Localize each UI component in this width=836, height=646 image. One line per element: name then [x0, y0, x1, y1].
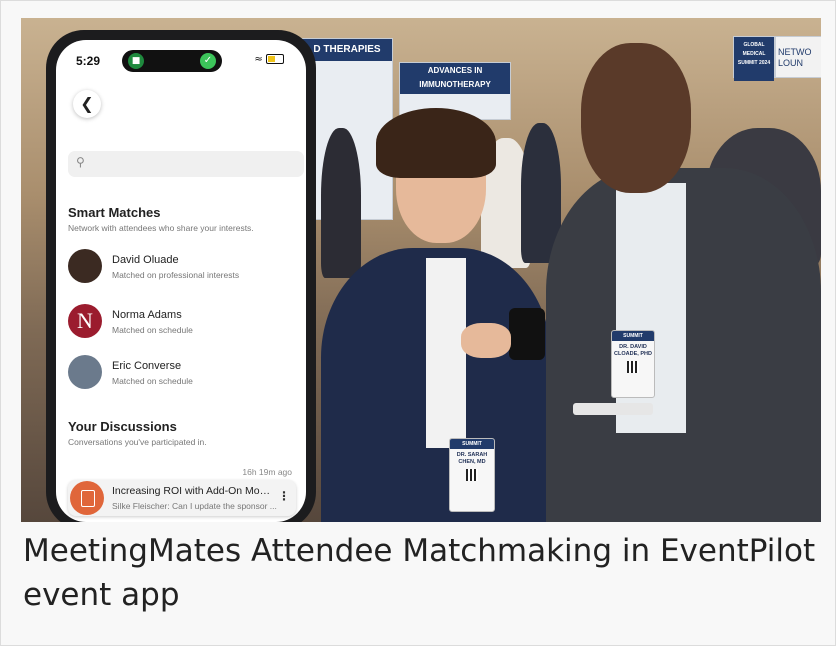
woman-hair	[376, 108, 496, 178]
match-reason: Matched on professional interests	[112, 270, 240, 280]
discussion-item[interactable]: Increasing ROI with Add-On Mod... Silke …	[68, 480, 296, 516]
discussions-title: Your Discussions	[68, 419, 177, 434]
woman-hand	[461, 323, 511, 358]
match-reason: Matched on schedule	[112, 325, 193, 335]
article-card: D THERAPIES ADVANCES IN IMMUNOTHERAPY GL…	[0, 0, 836, 646]
discussion-title: Increasing ROI with Add-On Mod...	[112, 485, 272, 497]
dynamic-island: ■ ✓	[122, 50, 222, 72]
document-icon	[70, 481, 104, 515]
hero-photo: D THERAPIES ADVANCES IN IMMUNOTHERAPY GL…	[21, 18, 821, 522]
avatar: N	[68, 304, 102, 338]
more-options-icon[interactable]: ⋮	[278, 489, 290, 503]
man-badge: SUMMIT DR. DAVID CLOADE, PHD	[611, 330, 655, 398]
background-banner: NETWO LOUN	[775, 36, 821, 78]
background-banner: GLOBAL MEDICAL SUMMIT 2024	[733, 36, 775, 81]
back-button[interactable]: ❮	[73, 90, 101, 118]
man-tablet	[573, 403, 653, 415]
status-time: 5:29	[76, 54, 101, 68]
match-name: Norma Adams	[112, 309, 182, 321]
woman-smartphone	[509, 308, 545, 360]
match-name: Eric Converse	[112, 360, 182, 372]
wifi-icon: ≈	[254, 54, 263, 65]
search-input[interactable]: ⚲	[68, 151, 304, 177]
match-item[interactable]: David Oluade Matched on professional int…	[68, 249, 300, 289]
smartphone-mockup: 5:29 ■ ✓ ≈ ❮ ⚲ Smart Matches Network wit…	[46, 30, 316, 522]
match-name: David Oluade	[112, 254, 179, 266]
woman-blouse	[426, 258, 466, 448]
discussions-subtitle: Conversations you've participated in.	[68, 437, 207, 447]
match-item[interactable]: N Norma Adams Matched on schedule	[68, 304, 300, 344]
woman-badge: SUMMIT DR. SARAH CHEN, MD	[449, 438, 495, 512]
app-screen: 5:29 ■ ✓ ≈ ❮ ⚲ Smart Matches Network wit…	[56, 40, 306, 522]
qr-code	[627, 361, 639, 373]
lock-icon: ■	[128, 53, 144, 69]
status-icons: ≈	[254, 54, 284, 65]
battery-icon	[266, 54, 284, 64]
avatar	[68, 249, 102, 283]
avatar	[68, 355, 102, 389]
search-icon: ⚲	[76, 155, 85, 169]
crowd-person	[321, 128, 361, 278]
qr-code	[466, 469, 478, 481]
smart-matches-subtitle: Network with attendees who share your in…	[68, 223, 254, 233]
check-icon: ✓	[200, 53, 216, 69]
discussion-timestamp: 16h 19m ago	[242, 467, 292, 477]
match-item[interactable]: Eric Converse Matched on schedule	[68, 355, 300, 395]
match-reason: Matched on schedule	[112, 376, 193, 386]
smart-matches-title: Smart Matches	[68, 205, 161, 220]
chevron-left-icon: ❮	[80, 94, 94, 113]
image-caption: MeetingMates Attendee Matchmaking in Eve…	[23, 533, 816, 613]
discussion-preview: Silke Fleischer: Can I update the sponso…	[112, 501, 277, 511]
man-face	[581, 43, 691, 193]
